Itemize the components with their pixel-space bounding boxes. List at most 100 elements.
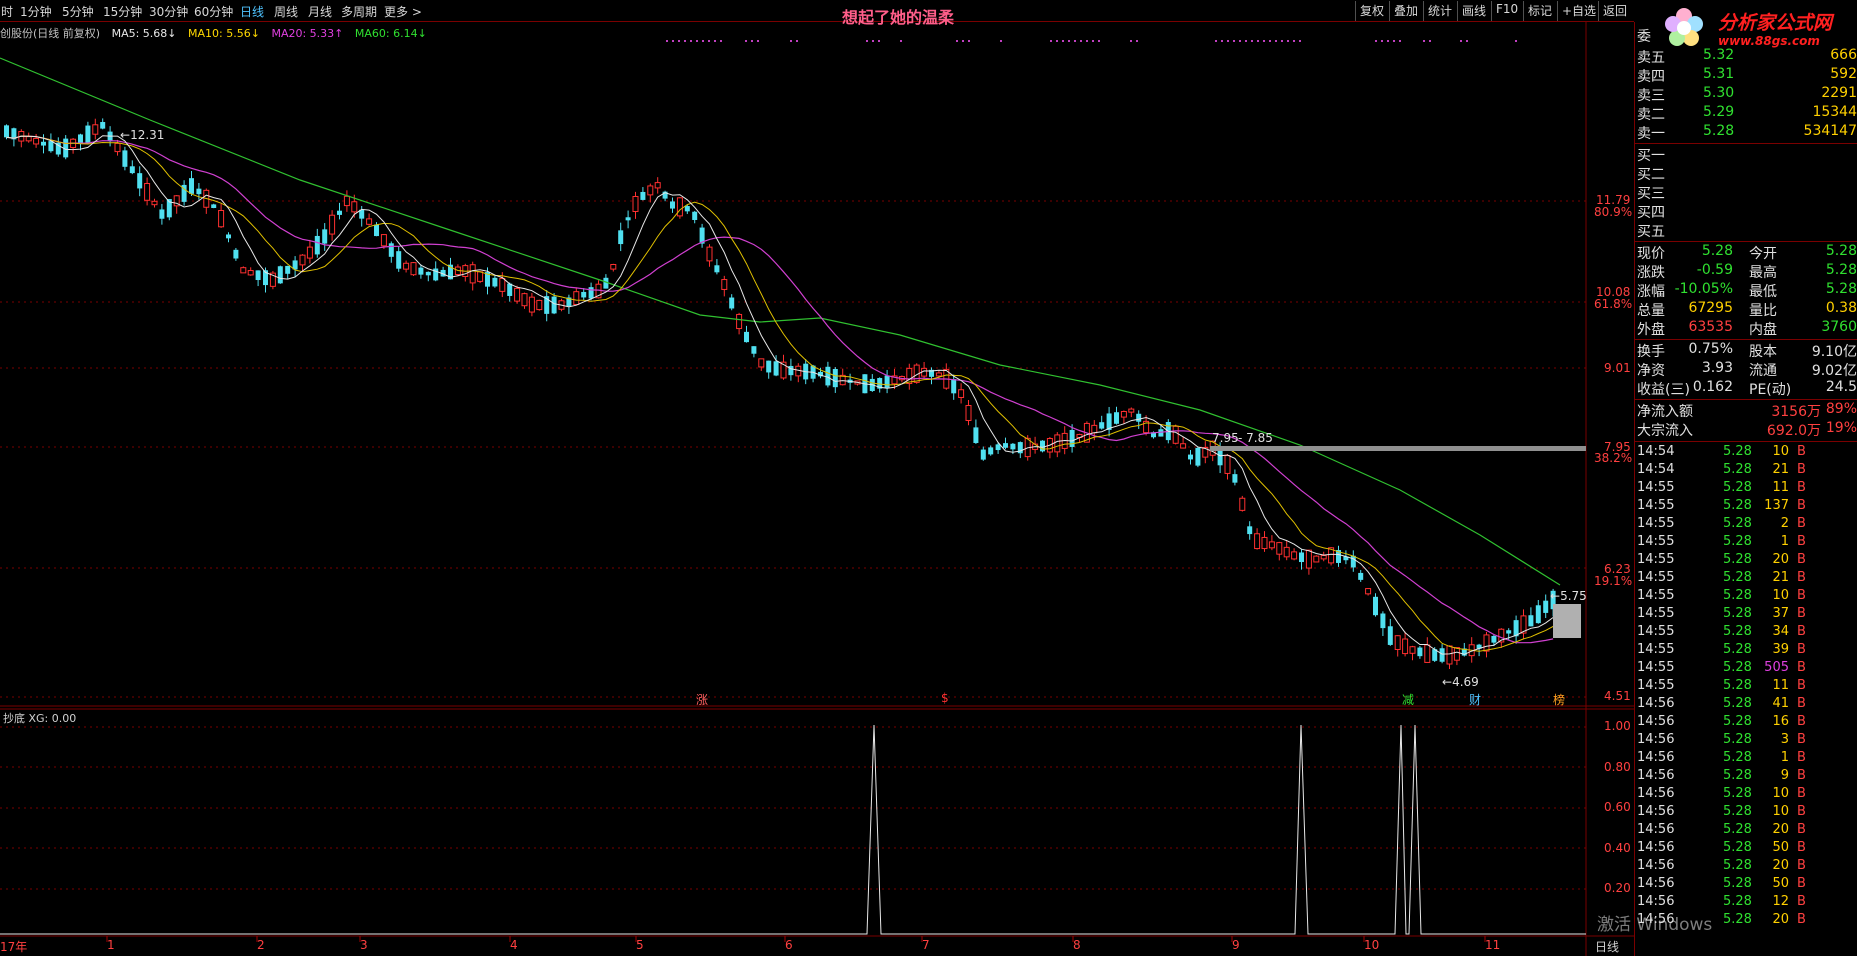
- ask-row-1[interactable]: 卖一 5.28 534147: [1637, 123, 1857, 142]
- ask-row-2[interactable]: 卖二 5.29 15344: [1637, 104, 1857, 123]
- candle-body: [744, 331, 749, 343]
- candle-body: [469, 264, 476, 284]
- tick-volume: 50: [1772, 876, 1789, 891]
- tick-side: B: [1797, 912, 1806, 927]
- bid-row-1[interactable]: 买一: [1637, 145, 1857, 164]
- price-level-bar: [1210, 446, 1586, 451]
- candle-body: [499, 277, 506, 292]
- candle-body: [973, 427, 979, 443]
- candle-body: [1188, 454, 1193, 460]
- candlesticks: [4, 118, 1556, 670]
- tick-time: 14:55: [1637, 588, 1675, 603]
- candle-body: [1268, 541, 1275, 549]
- signal-dot: [678, 40, 680, 42]
- kline-chart[interactable]: [0, 0, 1634, 956]
- tick-row: 14:55 5.28 1 B: [1637, 534, 1857, 552]
- signal-dot: [1062, 40, 1064, 42]
- tick-time: 14:55: [1637, 606, 1675, 621]
- tick-row: 14:56 5.28 50 B: [1637, 876, 1857, 894]
- candle-body: [1305, 549, 1312, 569]
- quote-row: 外盘 63535 内盘 3760: [1637, 319, 1857, 338]
- ask-row-4[interactable]: 卖四 5.31 592: [1637, 66, 1857, 85]
- candle-body: [1239, 497, 1246, 511]
- candle-body: [410, 262, 417, 276]
- candle-body: [625, 217, 631, 221]
- bid-row-4[interactable]: 买四: [1637, 202, 1857, 221]
- candle-body: [425, 271, 431, 276]
- signal-dot: [702, 40, 704, 42]
- candle-body: [1439, 648, 1445, 662]
- candle-body: [255, 270, 261, 281]
- tick-volume: 10: [1772, 444, 1789, 459]
- candle-body: [1128, 408, 1135, 413]
- candle-body: [1254, 533, 1261, 550]
- candle-body: [1535, 605, 1541, 624]
- signal-dot: [1460, 40, 1462, 42]
- candle-body: [610, 264, 617, 270]
- candle-body: [1543, 600, 1549, 613]
- tick-side: B: [1797, 462, 1806, 477]
- bid-row-5[interactable]: 买五: [1637, 221, 1857, 240]
- tick-row: 14:56 5.28 16 B: [1637, 714, 1857, 732]
- candle-body: [211, 204, 217, 208]
- date-axis-label: 10: [1364, 938, 1380, 952]
- signal-dot: [757, 40, 759, 42]
- tick-side: B: [1797, 750, 1806, 765]
- candle-body: [1224, 455, 1231, 474]
- candle-body: [1003, 443, 1008, 448]
- tick-time: 14:55: [1637, 498, 1675, 513]
- candle-body: [366, 218, 373, 225]
- signal-dot: [900, 40, 902, 42]
- candle-body: [958, 389, 965, 398]
- tick-volume: 50: [1772, 840, 1789, 855]
- xg-indicator-line: [0, 724, 1586, 935]
- candle-body: [277, 266, 283, 284]
- candle-body: [322, 229, 328, 244]
- indicator-axis-label: 0.80: [1604, 760, 1631, 774]
- event-marker-finance[interactable]: 财: [1469, 691, 1481, 708]
- candle-body: [714, 265, 720, 273]
- signal-dot: [751, 40, 753, 42]
- candle-body: [159, 209, 165, 219]
- bid-row-3[interactable]: 买三: [1637, 183, 1857, 202]
- candle-body: [573, 291, 580, 306]
- candle-body: [773, 361, 779, 376]
- candle-body: [721, 279, 728, 290]
- event-marker-dollar[interactable]: $: [941, 691, 949, 705]
- period-label: 日线: [1595, 940, 1620, 954]
- candle-body: [388, 243, 394, 257]
- event-marker-list[interactable]: 榜: [1553, 691, 1565, 708]
- signal-dot: [956, 40, 958, 42]
- tick-row: 14:55 5.28 20 B: [1637, 552, 1857, 570]
- candle-body: [380, 234, 387, 247]
- ask-row-5[interactable]: 卖五 5.32 666: [1637, 47, 1857, 66]
- signal-dot: [1215, 40, 1217, 42]
- tick-row: 14:55 5.28 34 B: [1637, 624, 1857, 642]
- tick-side: B: [1797, 678, 1806, 693]
- tick-side: B: [1797, 498, 1806, 513]
- signal-dot: [1293, 40, 1295, 42]
- bid-row-2[interactable]: 买二: [1637, 164, 1857, 183]
- candle-body: [144, 183, 151, 201]
- candle-body: [1247, 526, 1253, 535]
- tick-side: B: [1797, 714, 1806, 729]
- tick-side: B: [1797, 804, 1806, 819]
- candle-body: [1283, 546, 1290, 558]
- date-axis-label: 5: [636, 938, 644, 952]
- tick-time: 14:56: [1637, 876, 1675, 891]
- tick-side: B: [1797, 894, 1806, 909]
- tick-row: 14:55 5.28 39 B: [1637, 642, 1857, 660]
- candle-body: [1320, 555, 1327, 560]
- candle-body: [1483, 634, 1490, 652]
- candle-body: [528, 296, 535, 313]
- candle-body: [100, 122, 106, 129]
- event-marker-reduce[interactable]: 减: [1402, 691, 1414, 708]
- date-axis-label: 11: [1485, 938, 1501, 952]
- candle-body: [396, 251, 402, 269]
- tick-volume: 137: [1764, 498, 1789, 513]
- ask-row-3[interactable]: 卖三 5.30 2291: [1637, 85, 1857, 104]
- signal-dot: [1299, 40, 1301, 42]
- tick-row: 14:56 5.28 3 B: [1637, 732, 1857, 750]
- event-marker-rise[interactable]: 涨: [696, 691, 708, 708]
- candle-body: [536, 299, 543, 311]
